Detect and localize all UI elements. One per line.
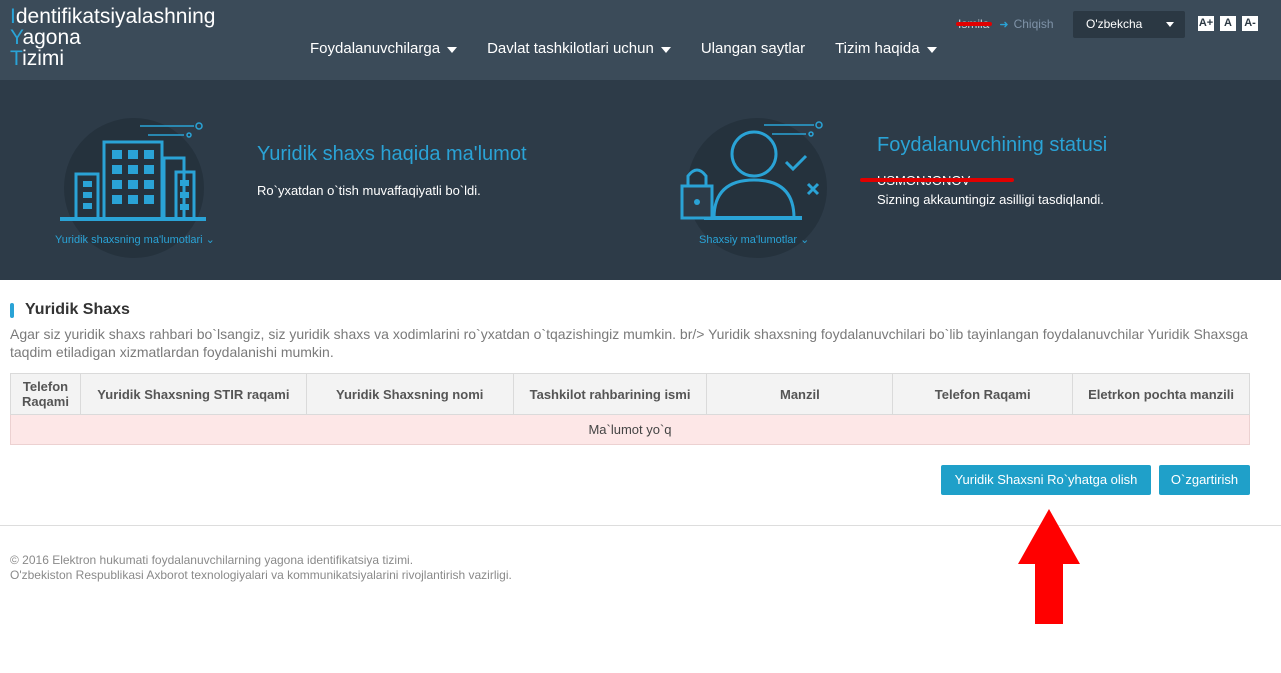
nav-label: Tizim haqida (835, 40, 920, 57)
logo-line-2: Yagona (10, 27, 215, 48)
register-legal-entity-button[interactable]: Yuridik Shaxsni Ro`yhatga olish (941, 465, 1151, 495)
nav-label: Davlat tashkilotlari uchun (487, 40, 654, 57)
caret-down-icon (1166, 22, 1174, 27)
column-header[interactable]: Eletrkon pochta manzili (1072, 373, 1250, 415)
caret-down-icon (926, 46, 937, 53)
logo-rest-2: agona (22, 26, 81, 49)
logo-line-3: Tizimi (10, 48, 215, 69)
footer: © 2016 Elektron hukumati foydalanuvchila… (10, 553, 512, 583)
language-select[interactable]: O'zbekcha (1073, 11, 1185, 38)
section-title: Yuridik Shaxs (10, 301, 130, 319)
column-header[interactable]: Yuridik Shaxsning nomi (305, 373, 514, 415)
font-increase-label: A+ (1198, 17, 1214, 29)
legal-entity-table: Telefon Raqami Yuridik Shaxsning STIR ra… (10, 373, 1250, 445)
font-decrease-button[interactable]: A- (1242, 16, 1258, 31)
footer-divider (0, 525, 1281, 526)
user-area: Ismila ➜ Chiqish (956, 17, 1054, 31)
info-banner: Yuridik shaxsning ma'lumotlari ⌄ Yuridik… (0, 80, 1281, 280)
user-status-title: Foydalanuvchining statusi (877, 134, 1108, 156)
font-increase-button[interactable]: A+ (1198, 16, 1214, 31)
registration-status-text: Ro`yxatdan o`tish muvaffaqiyatli bo`ldi. (257, 183, 481, 198)
circle-label-text: Shaxsiy ma'lumotlar (699, 234, 798, 246)
username-link[interactable]: Ismila (956, 17, 992, 31)
sign-out-icon: ➜ (999, 18, 1009, 31)
title-accent-bar (10, 302, 14, 318)
red-arrow-annotation (1018, 509, 1080, 624)
logo-rest-1: dentifikatsiyalashning (15, 5, 216, 28)
column-header[interactable]: Yuridik Shaxsning STIR raqami (79, 373, 307, 415)
caret-down-icon (447, 46, 458, 53)
footer-copyright: © 2016 Elektron hukumati foydalanuvchila… (10, 553, 414, 567)
column-header[interactable]: Manzil (706, 373, 894, 415)
logout-link[interactable]: ➜ Chiqish (999, 17, 1053, 31)
nav-tizim-haqida[interactable]: Tizim haqida (835, 40, 937, 57)
nav-label: Ulangan saytlar (700, 40, 806, 57)
empty-table-message: Ma`lumot yo`q (10, 414, 1250, 445)
font-reset-button[interactable]: A (1220, 16, 1236, 31)
building-icon (60, 122, 206, 221)
logout-label: Chiqish (1013, 17, 1054, 31)
table-header-row: Telefon Raqami Yuridik Shaxsning STIR ra… (10, 373, 1250, 415)
logo-line-1: Identifikatsiyalashning (10, 6, 215, 27)
user-lock-icon (680, 121, 823, 220)
legal-entity-title: Yuridik shaxs haqida ma'lumot (257, 143, 527, 165)
nav-label: Foydalanuvchilarga (310, 40, 441, 57)
font-reset-label: A (1224, 17, 1232, 29)
footer-ministry: O'zbekiston Respublikasi Axborot texnolo… (10, 568, 512, 582)
column-header[interactable]: Telefon Raqami (10, 373, 81, 415)
column-header[interactable]: Tashkilot rahbarining ismi (512, 373, 708, 415)
caret-down-icon (660, 46, 671, 53)
chevron-down-icon: ⌄ (205, 234, 215, 246)
logo-initial-3: T (10, 47, 23, 70)
redaction-mark (860, 178, 1014, 182)
font-decrease-label: A- (1244, 17, 1256, 29)
redaction-mark (956, 22, 992, 26)
table-row: Ma`lumot yo`q (10, 414, 1250, 445)
section-title-text: Yuridik Shaxs (25, 301, 130, 318)
circle-label-text: Yuridik shaxsning ma'lumotlari (55, 234, 203, 246)
section-description: Agar siz yuridik shaxs rahbari bo`lsangi… (10, 326, 1248, 360)
nav-davlat-tashkilotlari[interactable]: Davlat tashkilotlari uchun (487, 40, 671, 57)
font-size-controls: A+ A A- (1198, 16, 1258, 31)
chevron-down-icon: ⌄ (800, 234, 810, 246)
legal-entity-circle-label[interactable]: Yuridik shaxsning ma'lumotlari ⌄ (55, 233, 215, 246)
nav-ulangan-saytlar[interactable]: Ulangan saytlar (701, 40, 805, 57)
header: Identifikatsiyalashning Yagona Tizimi Fo… (0, 0, 1281, 80)
column-header[interactable]: Telefon Raqami (892, 373, 1074, 415)
account-verified-text: Sizning akkauntingiz asilligi tasdiqland… (877, 192, 1104, 207)
personal-info-circle-label[interactable]: Shaxsiy ma'lumotlar ⌄ (699, 233, 809, 246)
main-nav: Foydalanuvchilarga Davlat tashkilotlari … (310, 40, 967, 57)
edit-button[interactable]: O`zgartirish (1159, 465, 1250, 495)
logo-rest-3: izimi (22, 47, 65, 70)
language-value: O'zbekcha (1086, 17, 1143, 31)
logo-initial-2: Y (10, 26, 23, 49)
nav-foydalanuvchilarga[interactable]: Foydalanuvchilarga (310, 40, 458, 57)
site-logo[interactable]: Identifikatsiyalashning Yagona Tizimi (10, 6, 215, 69)
